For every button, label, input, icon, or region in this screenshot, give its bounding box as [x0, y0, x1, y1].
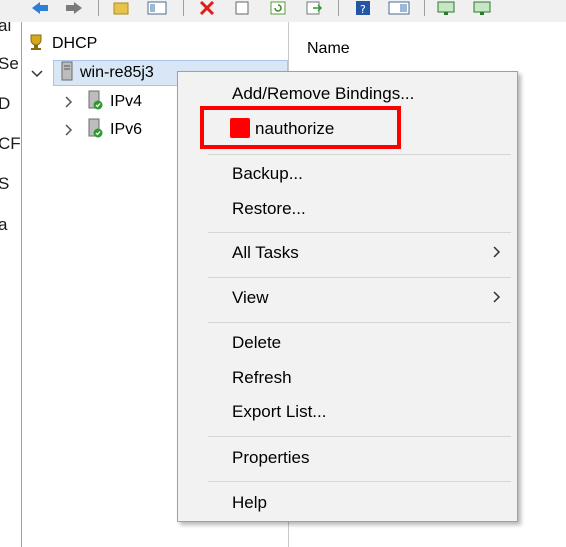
menu-item-restore[interactable]: Restore...	[178, 193, 517, 225]
menu-item-label: Restore...	[232, 199, 306, 218]
menu-item-label: Add/Remove Bindings...	[232, 84, 415, 103]
menu-item-label: nauthorize	[255, 119, 335, 138]
menu-separator	[208, 277, 511, 278]
show-pane-icon[interactable]	[386, 0, 412, 16]
tree-item-label: DHCP	[52, 35, 98, 52]
menu-item-properties[interactable]: Properties	[178, 442, 517, 474]
menu-item-label: Delete	[232, 333, 282, 352]
clipped-text: CF	[0, 134, 21, 153]
chevron-down-icon[interactable]	[30, 67, 44, 81]
show-pane-icon[interactable]	[145, 0, 169, 16]
server-icon	[60, 61, 74, 86]
folder-icon[interactable]	[110, 0, 132, 16]
menu-item-add-remove-bindings[interactable]: Add/Remove Bindings...	[178, 78, 517, 110]
chevron-right-icon[interactable]	[62, 123, 76, 137]
menu-item-view[interactable]: View	[178, 282, 517, 314]
redaction-mark	[230, 118, 250, 138]
clipped-text: D	[0, 94, 10, 114]
menu-separator	[208, 481, 511, 482]
menu-separator	[208, 154, 511, 155]
chevron-right-icon[interactable]	[62, 95, 76, 109]
submenu-arrow-icon	[493, 290, 501, 306]
menu-item-label: Properties	[232, 448, 310, 467]
copy-icon[interactable]	[230, 0, 254, 16]
refresh-icon[interactable]	[266, 0, 290, 16]
tree-item-dhcp[interactable]: DHCP	[26, 32, 97, 56]
server-down-icon[interactable]	[470, 0, 494, 16]
toolbar: ?	[0, 0, 566, 23]
menu-item-all-tasks[interactable]: All Tasks	[178, 237, 517, 269]
clipped-text: a	[0, 215, 7, 235]
menu-item-delete[interactable]: Delete	[178, 327, 517, 359]
menu-separator	[208, 232, 511, 233]
menu-item-unauthorize[interactable]: nauthorize	[178, 113, 517, 145]
tree-item-label: IPv4	[110, 93, 143, 110]
clipped-text: Se	[0, 54, 19, 73]
tree-item-ipv6[interactable]: IPv6	[62, 118, 142, 142]
menu-separator	[208, 322, 511, 323]
clipped-text: S	[0, 174, 9, 194]
scope-icon	[86, 118, 104, 143]
menu-item-label: Export List...	[232, 402, 327, 421]
menu-separator	[208, 436, 511, 437]
column-header-name[interactable]: Name	[307, 40, 350, 58]
menu-item-label: Refresh	[232, 368, 292, 387]
server-up-icon[interactable]	[434, 0, 458, 16]
menu-item-label: Backup...	[232, 164, 303, 183]
delete-icon[interactable]	[195, 0, 219, 16]
svg-text:?: ?	[360, 3, 366, 15]
tree-expander[interactable]	[30, 62, 44, 86]
context-menu: Add/Remove Bindings... nauthorize Backup…	[177, 71, 518, 522]
menu-item-label: Help	[232, 493, 267, 512]
menu-item-help[interactable]: Help	[178, 487, 517, 519]
forward-icon[interactable]	[62, 0, 86, 16]
menu-item-backup[interactable]: Backup...	[178, 158, 517, 190]
tree-item-label: IPv6	[110, 121, 143, 138]
clipped-text: al	[0, 22, 12, 35]
menu-item-label: View	[232, 288, 269, 307]
back-icon[interactable]	[28, 0, 52, 16]
scope-icon	[86, 90, 104, 115]
export-icon[interactable]	[302, 0, 326, 16]
trophy-icon	[26, 32, 46, 57]
tree-item-label: win-re85j3	[80, 64, 154, 81]
menu-item-label: All Tasks	[232, 243, 299, 262]
tree-item-ipv4[interactable]: IPv4	[62, 90, 142, 114]
menu-item-refresh[interactable]: Refresh	[178, 362, 517, 394]
help-icon[interactable]: ?	[352, 0, 374, 16]
submenu-arrow-icon	[493, 245, 501, 261]
clipped-left-panel: al Se D CF S a	[0, 22, 22, 547]
menu-item-export-list[interactable]: Export List...	[178, 396, 517, 428]
